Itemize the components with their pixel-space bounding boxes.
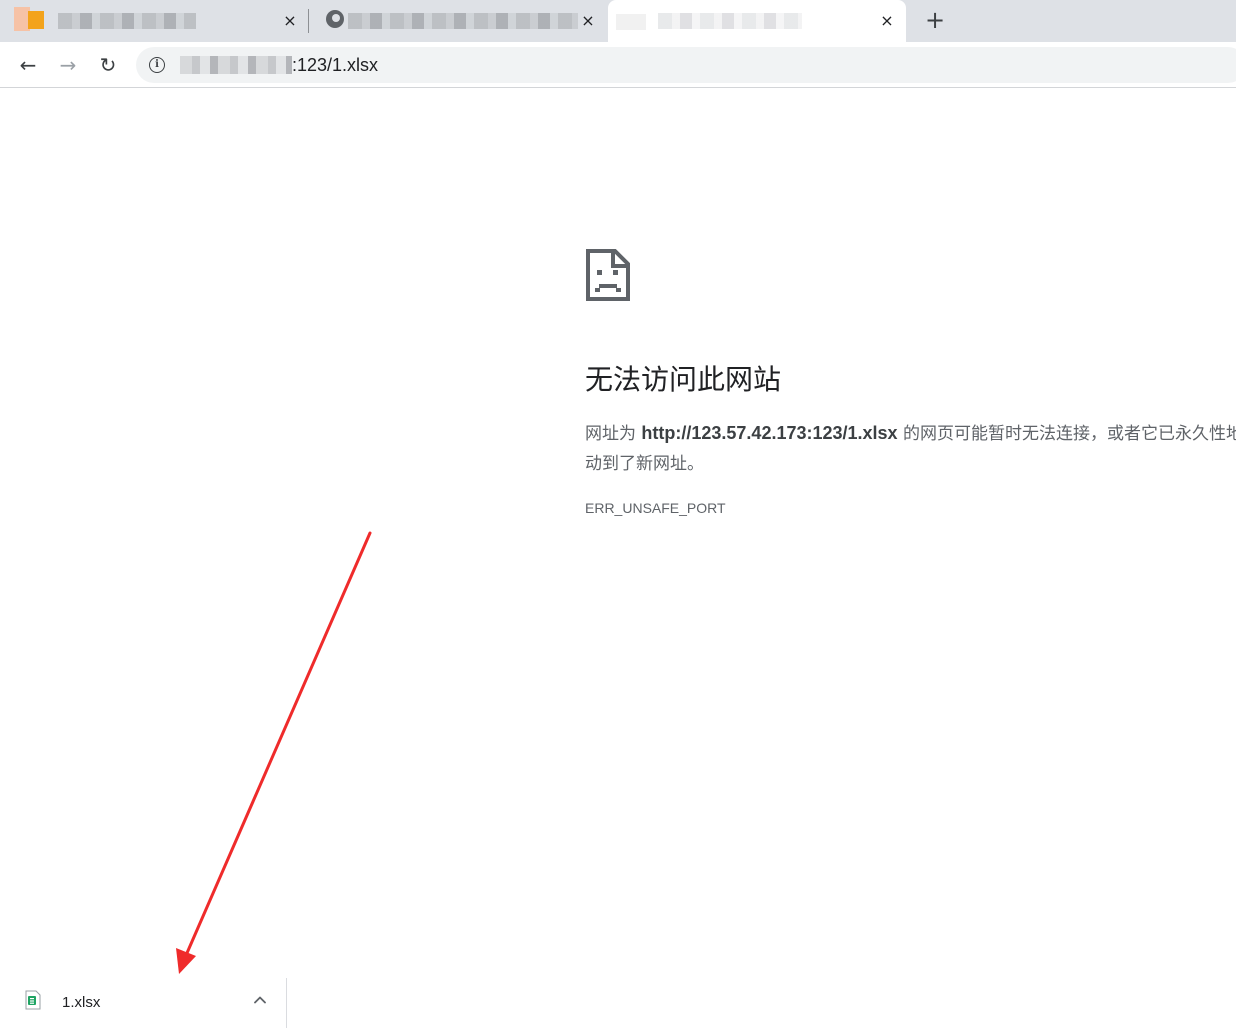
- info-icon[interactable]: i: [149, 57, 165, 73]
- tab-strip: × × × +: [0, 0, 1236, 46]
- tab-1[interactable]: ×: [0, 0, 308, 42]
- error-code[interactable]: ERR_UNSAFE_PORT: [585, 499, 726, 517]
- error-title: 无法访问此网站: [585, 363, 782, 396]
- close-icon[interactable]: ×: [876, 10, 898, 32]
- forward-button[interactable]: →: [53, 50, 83, 80]
- error-description: 网址为 http://123.57.42.173:123/1.xlsx 的网页可…: [585, 418, 1236, 480]
- tab-title-redacted: [58, 13, 196, 29]
- new-tab-button[interactable]: +: [922, 8, 948, 34]
- reload-button[interactable]: ↻: [93, 50, 123, 80]
- address-bar[interactable]: i :123/1.xlsx: [136, 47, 1236, 83]
- error-desc-line2: 动到了新网址。: [585, 454, 704, 474]
- site-favicon: [14, 7, 46, 31]
- tab-2[interactable]: ×: [310, 0, 606, 42]
- page-favicon: [616, 14, 646, 30]
- browser-toolbar: ← → ↻ i :123/1.xlsx: [0, 42, 1236, 88]
- tab-title-redacted: [658, 13, 802, 29]
- close-icon[interactable]: ×: [577, 10, 599, 32]
- globe-favicon: [326, 10, 344, 28]
- download-shelf: 1.xlsx: [0, 978, 1236, 1028]
- close-icon[interactable]: ×: [279, 10, 301, 32]
- download-item[interactable]: 1.xlsx: [0, 978, 287, 1028]
- error-desc-prefix: 网址为: [585, 424, 642, 444]
- tab-title-redacted: [348, 13, 578, 29]
- sad-document-icon: [586, 249, 630, 301]
- chevron-up-icon[interactable]: [249, 989, 271, 1011]
- url-text[interactable]: :123/1.xlsx: [292, 54, 378, 76]
- error-desc-middle: 的网页可能暂时无法连接，或者它已永久性地移: [897, 424, 1236, 444]
- back-button[interactable]: ←: [13, 50, 43, 80]
- error-url: http://123.57.42.173:123/1.xlsx: [641, 423, 898, 443]
- tab-separator: [308, 9, 309, 33]
- xlsx-file-icon: [25, 990, 41, 1010]
- download-file-name[interactable]: 1.xlsx: [62, 993, 100, 1013]
- tab-3-active[interactable]: ×: [608, 0, 906, 46]
- url-host-redacted: [180, 56, 292, 74]
